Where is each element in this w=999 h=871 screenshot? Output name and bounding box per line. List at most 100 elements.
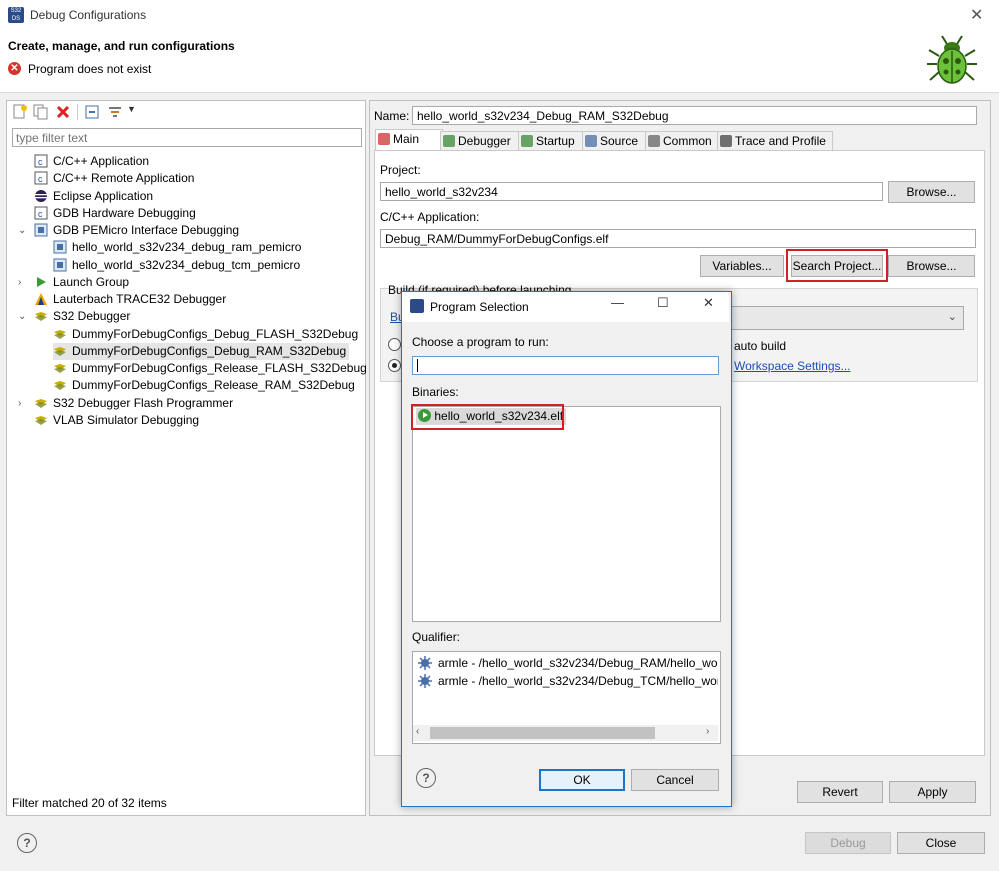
browse-project-button[interactable]: Browse... bbox=[888, 181, 975, 203]
tab-common[interactable]: Common bbox=[645, 131, 721, 150]
c-app-icon: c bbox=[34, 171, 53, 185]
trace-tab-icon bbox=[720, 135, 732, 147]
minimize-icon[interactable]: — bbox=[611, 295, 624, 310]
svg-text:c: c bbox=[38, 174, 43, 184]
tree-item[interactable]: hello_world_s32v234_debug_tcm_pemicro bbox=[53, 257, 303, 274]
ok-button[interactable]: OK bbox=[539, 769, 625, 791]
tab-label: Common bbox=[663, 134, 712, 148]
tab-label: Startup bbox=[536, 134, 575, 148]
expand-arrow-icon[interactable]: ⌄ bbox=[18, 222, 26, 239]
close-button[interactable]: Close bbox=[897, 832, 985, 854]
dialog-help-icon[interactable]: ? bbox=[416, 768, 436, 788]
project-label: Project: bbox=[380, 163, 421, 177]
svg-text:c: c bbox=[38, 157, 43, 167]
bug-icon bbox=[927, 35, 977, 84]
variables-button[interactable]: Variables... bbox=[700, 255, 784, 277]
tree-item[interactable]: › Launch Group bbox=[18, 274, 132, 291]
tree-item-label: GDB PEMicro Interface Debugging bbox=[53, 223, 240, 237]
startup-tab-icon bbox=[521, 135, 533, 147]
tree-item[interactable]: DummyForDebugConfigs_Release_RAM_S32Debu… bbox=[53, 377, 358, 394]
dialog-close-icon[interactable]: ✕ bbox=[703, 295, 714, 311]
tree-item[interactable]: ⌄ GDB PEMicro Interface Debugging bbox=[18, 222, 242, 239]
scrollbar-thumb[interactable] bbox=[430, 727, 655, 739]
config-name-field[interactable]: hello_world_s32v234_Debug_RAM_S32Debug bbox=[412, 106, 977, 125]
new-config-icon[interactable] bbox=[12, 104, 28, 120]
tree-item-label: Launch Group bbox=[53, 274, 130, 289]
revert-button[interactable]: Revert bbox=[797, 781, 883, 803]
collapse-arrow-icon[interactable]: › bbox=[18, 395, 21, 412]
tree-item[interactable]: c C/C++ Remote Application bbox=[34, 170, 197, 187]
scroll-right-icon[interactable]: › bbox=[706, 726, 709, 737]
app-icon: S32 DS bbox=[8, 7, 24, 23]
tree-item-label: C/C++ Remote Application bbox=[53, 171, 195, 186]
tree-item-label: DummyForDebugConfigs_Debug_RAM_S32Debug bbox=[72, 343, 347, 358]
tree-item[interactable]: ⌄ S32 Debugger bbox=[18, 308, 133, 325]
duplicate-config-icon[interactable] bbox=[33, 104, 49, 120]
tree-item[interactable]: Lauterbach TRACE32 Debugger bbox=[34, 291, 229, 308]
filter-input[interactable] bbox=[12, 128, 362, 147]
chevron-down-icon: ⌄ bbox=[947, 311, 957, 323]
eclipse-icon bbox=[34, 189, 53, 203]
tab-label: Debugger bbox=[458, 134, 511, 148]
project-field[interactable]: hello_world_s32v234 bbox=[380, 182, 883, 201]
error-message: Program does not exist bbox=[28, 62, 152, 76]
debug-button[interactable]: Debug bbox=[805, 832, 891, 854]
tree-item[interactable]: › S32 Debugger Flash Programmer bbox=[18, 395, 236, 412]
c-app-icon: c bbox=[34, 206, 53, 220]
tree-item-label: hello_world_s32v234_debug_ram_pemicro bbox=[72, 240, 302, 255]
qualifier-item[interactable]: armle - /hello_world_s32v234/Debug_RAM/h… bbox=[418, 655, 718, 672]
pemicro-icon bbox=[53, 240, 72, 254]
application-field[interactable]: Debug_RAM/DummyForDebugConfigs.elf bbox=[380, 229, 976, 248]
s32-icon bbox=[34, 396, 53, 410]
tree-item[interactable]: VLAB Simulator Debugging bbox=[34, 412, 202, 429]
window-close-icon[interactable]: ✕ bbox=[970, 5, 983, 25]
qualifier-item[interactable]: armle - /hello_world_s32v234/Debug_TCM/h… bbox=[418, 673, 718, 690]
qualifier-label: Qualifier: bbox=[412, 630, 461, 644]
build-config-select[interactable]: ⌄ bbox=[700, 306, 964, 330]
filter-icon[interactable] bbox=[107, 104, 123, 120]
filter-status: Filter matched 20 of 32 items bbox=[12, 796, 167, 810]
qualifier-label-text: armle - /hello_world_s32v234/Debug_RAM/h… bbox=[438, 656, 718, 670]
collapse-all-icon[interactable] bbox=[84, 104, 100, 120]
help-icon[interactable]: ? bbox=[17, 833, 37, 853]
tree-item[interactable]: hello_world_s32v234_debug_ram_pemicro bbox=[53, 239, 304, 256]
tab-main[interactable]: Main bbox=[375, 129, 443, 151]
apply-button[interactable]: Apply bbox=[889, 781, 976, 803]
workspace-settings-link[interactable]: Workspace Settings... bbox=[734, 359, 851, 373]
delete-config-icon[interactable] bbox=[55, 104, 71, 120]
cpu-icon bbox=[418, 656, 432, 670]
tab-debugger[interactable]: Debugger bbox=[440, 131, 522, 150]
browse-application-button[interactable]: Browse... bbox=[888, 255, 975, 277]
cancel-button[interactable]: Cancel bbox=[631, 769, 719, 791]
tab-startup[interactable]: Startup bbox=[518, 131, 586, 150]
tree-item[interactable]: c C/C++ Application bbox=[34, 153, 152, 170]
dialog-app-icon bbox=[410, 299, 424, 313]
s32-icon bbox=[53, 327, 72, 341]
program-filter-input[interactable] bbox=[412, 356, 719, 375]
tree-item[interactable]: c GDB Hardware Debugging bbox=[34, 205, 199, 222]
tree-item[interactable]: DummyForDebugConfigs_Debug_FLASH_S32Debu… bbox=[53, 326, 361, 343]
expand-arrow-icon[interactable]: ⌄ bbox=[18, 308, 26, 325]
text-caret bbox=[417, 359, 418, 372]
build-radio-1[interactable] bbox=[388, 338, 401, 351]
maximize-icon[interactable]: ☐ bbox=[657, 295, 669, 311]
cpu-icon bbox=[418, 674, 432, 688]
tree-item-label: GDB Hardware Debugging bbox=[53, 205, 196, 220]
scroll-left-icon[interactable]: ‹ bbox=[416, 726, 419, 737]
s32-icon bbox=[53, 344, 72, 358]
tree-item[interactable]: DummyForDebugConfigs_Debug_RAM_S32Debug bbox=[53, 342, 350, 360]
pemicro-icon bbox=[34, 223, 53, 237]
collapse-arrow-icon[interactable]: › bbox=[18, 274, 21, 291]
filter-dropdown-icon[interactable]: ▼ bbox=[127, 104, 136, 114]
tree-item-label: Lauterbach TRACE32 Debugger bbox=[53, 292, 227, 306]
toolbar-separator bbox=[77, 104, 78, 120]
window-title: Debug Configurations bbox=[30, 8, 147, 22]
c-app-icon: c bbox=[34, 154, 53, 168]
build-radio-2[interactable] bbox=[388, 359, 401, 372]
tab-trace-and-profile[interactable]: Trace and Profile bbox=[717, 131, 833, 150]
tab-source[interactable]: Source bbox=[582, 131, 648, 150]
launch-icon bbox=[34, 275, 53, 289]
tree-item[interactable]: Eclipse Application bbox=[34, 188, 156, 205]
tree-item[interactable]: DummyForDebugConfigs_Release_FLASH_S32De… bbox=[53, 360, 370, 377]
tree-item-label: DummyForDebugConfigs_Debug_FLASH_S32Debu… bbox=[72, 326, 359, 341]
